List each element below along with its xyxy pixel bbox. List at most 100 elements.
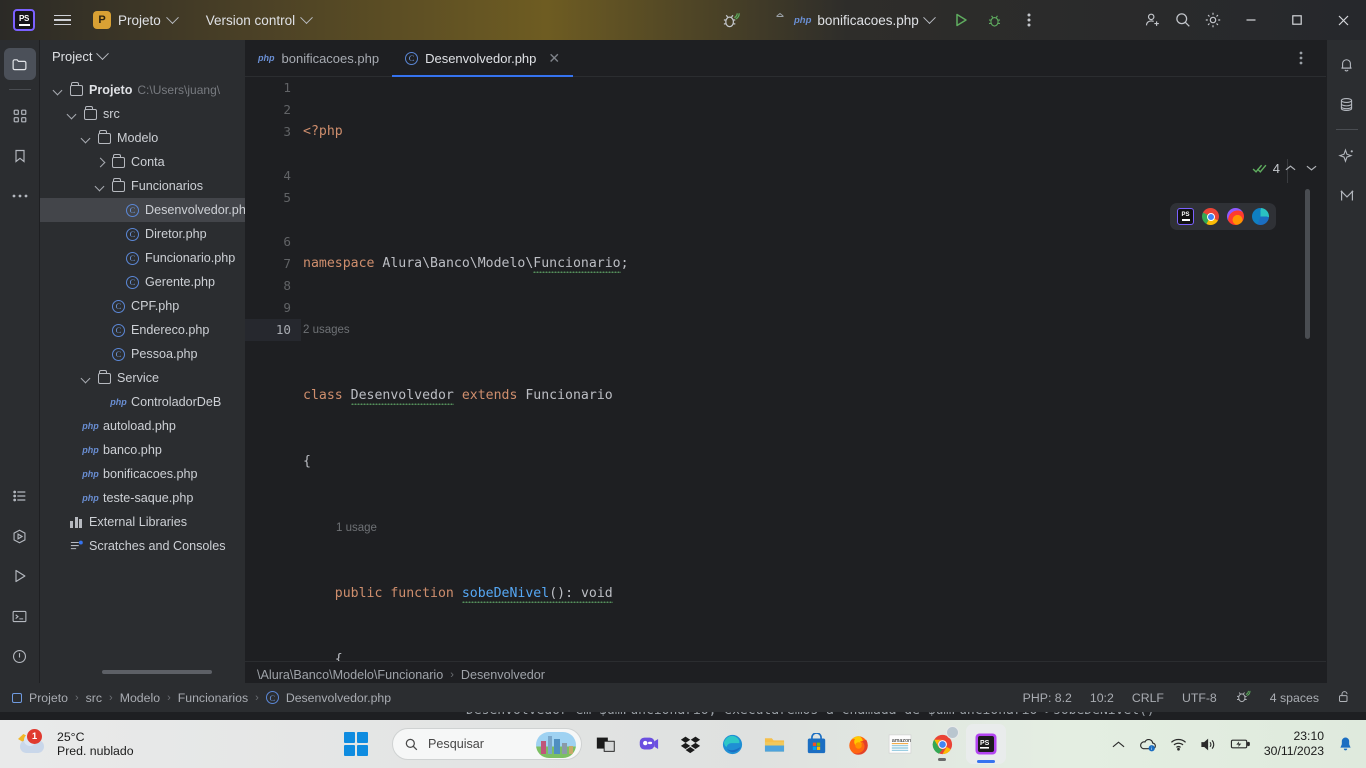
status-encoding[interactable]: UTF-8 [1182,691,1217,705]
edge-icon[interactable] [1252,208,1269,225]
tree-item-service[interactable]: Service [40,366,245,390]
taskbar-clock[interactable]: 23:10 30/11/2023 [1264,729,1324,759]
tree-item-external-libraries[interactable]: External Libraries [40,510,245,534]
chevron-down-icon[interactable] [81,133,92,144]
tree-item-teste-saque-php[interactable]: php teste-saque.php [40,486,245,510]
sidebar-item-structure[interactable] [4,100,36,132]
more-vertical-icon[interactable] [1014,5,1044,35]
phpstorm-icon[interactable]: PS [1177,208,1194,225]
sidebar-item-run[interactable] [4,560,36,592]
taskbar-app-task-view[interactable] [588,724,624,764]
inspections-widget[interactable]: 4 [1252,161,1280,176]
tree-item-cpf-php[interactable]: C CPF.php [40,294,245,318]
project-tool-window-header[interactable]: Project [40,40,245,72]
tree-item-modelo[interactable]: Modelo [40,126,245,150]
tree-item-src[interactable]: src [40,102,245,126]
sidebar-item-more[interactable] [4,180,36,212]
taskbar-app-chrome[interactable] [924,724,960,764]
debug-icon[interactable] [980,5,1010,35]
tab-desenvolvedor[interactable]: C Desenvolvedor.php ✕ [392,40,574,77]
taskbar-search-box[interactable]: Pesquisar [392,728,582,760]
tree-item-bonificacoes-php[interactable]: php bonificacoes.php [40,462,245,486]
onedrive-icon[interactable]: i [1138,737,1157,752]
open-in-browser-popup[interactable]: PS [1170,203,1276,230]
close-button[interactable] [1320,0,1366,40]
editor-options-icon[interactable] [1286,43,1316,73]
editor-scrollbar-thumb[interactable] [1305,189,1310,339]
taskbar-app-file-explorer[interactable] [756,724,792,764]
tree-item-endereco-php[interactable]: C Endereco.php [40,318,245,342]
tree-item-projeto[interactable]: Projeto C:\Users\juang\ [40,78,245,102]
firefox-icon[interactable] [1227,208,1244,225]
tree-item-scratches-and-consoles[interactable]: Scratches and Consoles [40,534,245,558]
chrome-icon[interactable] [1202,208,1219,225]
tree-item-pessoa-php[interactable]: C Pessoa.php [40,342,245,366]
tree-item-controladordeb[interactable]: php ControladorDeB [40,390,245,414]
status-crumb-src[interactable]: src [86,691,102,705]
run-configuration-selector[interactable]: php bonificacoes.php [764,6,942,34]
breadcrumb-namespace[interactable]: \Alura\Banco\Modelo\Funcionario [257,668,443,682]
taskbar-app-microsoft-store[interactable] [798,724,834,764]
version-control-menu[interactable]: Version control [197,6,320,34]
status-crumb-funcionarios[interactable]: Funcionarios [178,691,248,705]
minimize-button[interactable] [1228,0,1274,40]
database-icon[interactable] [1331,88,1363,120]
run-icon[interactable] [946,5,976,35]
usages-inlay-class[interactable]: 2 usages [303,319,1326,341]
tree-item-diretor-php[interactable]: C Diretor.php [40,222,245,246]
sidebar-item-services[interactable] [4,520,36,552]
tree-item-desenvolvedor-php[interactable]: C Desenvolvedor.php [40,198,253,222]
taskbar-app-teams[interactable] [630,724,666,764]
tree-item-autoload-php[interactable]: php autoload.php [40,414,245,438]
status-crumb-modelo[interactable]: Modelo [120,691,160,705]
chevron-down-icon[interactable] [67,109,78,120]
previous-problem-icon[interactable] [1281,159,1299,177]
chevron-down-icon[interactable] [95,181,106,192]
code-area[interactable]: 1 2 3 4 5 6 7 8 9 10 <?php namespace Alu… [245,77,1326,733]
tree-item-gerente-php[interactable]: C Gerente.php [40,270,245,294]
breadcrumb-class[interactable]: Desenvolvedor [461,668,545,682]
maximize-button[interactable] [1274,0,1320,40]
taskbar-app-dropbox[interactable] [672,724,708,764]
status-php-version[interactable]: PHP: 8.2 [1023,691,1072,705]
code-text[interactable]: <?php namespace Alura\Banco\Modelo\Funci… [303,77,1326,733]
taskbar-weather-widget[interactable]: 1 25°C Pred. nublado [0,729,134,758]
taskbar-app-edge[interactable] [714,724,750,764]
chevron-down-icon[interactable] [81,373,92,384]
windows-start-icon[interactable] [338,724,374,764]
status-line-separator[interactable]: CRLF [1132,691,1164,705]
chevron-right-icon[interactable] [95,157,106,168]
project-tree[interactable]: Projeto C:\Users\juang\ src Modelo Conta Fun… [40,78,253,558]
tab-bonificacoes[interactable]: php bonificacoes.php [245,40,392,76]
add-user-icon[interactable] [1138,5,1168,35]
status-lock-icon[interactable] [1337,689,1352,707]
project-selector[interactable]: P Projeto [85,6,185,34]
sidebar-item-todo[interactable] [4,480,36,512]
taskbar-app-amazon[interactable]: amazon [882,724,918,764]
taskbar-app-phpstorm[interactable]: PS [966,724,1006,764]
ai-assistant-sparkle-icon[interactable] [1331,140,1363,172]
status-indent[interactable]: 4 spaces [1270,691,1319,705]
chevron-up-icon[interactable] [1112,740,1125,749]
wifi-icon[interactable] [1170,737,1187,751]
battery-charging-icon[interactable] [1230,737,1251,751]
chevron-down-icon[interactable] [53,85,64,96]
usages-inlay-method[interactable]: 1 usage [303,517,1326,539]
attach-debugger-icon[interactable] [716,5,746,35]
settings-gear-icon[interactable] [1198,5,1228,35]
status-crumb-file[interactable]: Desenvolvedor.php [286,691,391,705]
hamburger-menu-icon[interactable] [45,5,79,35]
tree-item-banco-php[interactable]: php banco.php [40,438,245,462]
sidebar-item-project[interactable] [3,48,36,80]
project-tree-scrollbar[interactable] [102,670,212,674]
status-caret-position[interactable]: 10:2 [1090,691,1114,705]
next-problem-icon[interactable] [1302,159,1320,177]
tree-item-conta[interactable]: Conta [40,150,245,174]
notification-bell-icon[interactable] [1337,736,1354,753]
taskbar-app-firefox[interactable] [840,724,876,764]
status-debug-bug-icon[interactable] [1235,689,1252,707]
tree-item-funcionario-php[interactable]: C Funcionario.php [40,246,245,270]
volume-icon[interactable] [1200,737,1217,752]
close-icon[interactable]: ✕ [548,50,560,67]
chevron-down-icon[interactable] [96,46,110,60]
